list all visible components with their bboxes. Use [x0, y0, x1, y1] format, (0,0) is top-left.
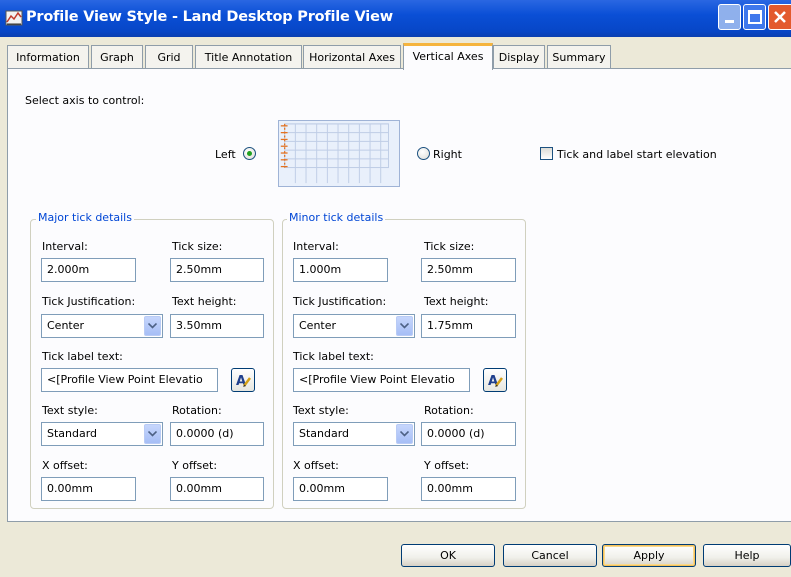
major-label-text-label: Tick label text: [42, 350, 123, 363]
tab-graph[interactable]: Graph [91, 45, 143, 68]
help-button[interactable]: Help [703, 544, 791, 567]
minor-tick-size-label: Tick size: [424, 240, 475, 253]
minor-text-height-label: Text height: [424, 295, 489, 308]
major-interval-field[interactable]: 2.000m [41, 258, 136, 282]
minor-interval-label: Interval: [293, 240, 339, 253]
close-icon [774, 11, 786, 23]
minor-justification-dropdown[interactable]: Center [293, 314, 415, 338]
major-y-offset-field[interactable]: 0.00mm [170, 477, 264, 501]
minor-justification-value: Center [299, 319, 337, 332]
ok-button[interactable]: OK [401, 544, 495, 567]
major-y-offset-label: Y offset: [172, 459, 218, 472]
title-bar[interactable]: Profile View Style - Land Desktop Profil… [0, 0, 791, 37]
maximize-icon [748, 10, 762, 24]
tab-grid[interactable]: Grid [145, 45, 193, 68]
minor-tick-size-field[interactable]: 2.50mm [421, 258, 516, 282]
major-justification-dropdown[interactable]: Center [41, 314, 163, 338]
tick-start-elevation-checkbox[interactable] [540, 147, 553, 160]
minor-x-offset-label: X offset: [293, 459, 339, 472]
left-axis-radio[interactable] [243, 147, 256, 160]
major-label-text-edit-button[interactable]: A [231, 368, 255, 392]
major-tick-title: Major tick details [36, 211, 134, 224]
minor-text-height-field[interactable]: 1.75mm [421, 314, 516, 338]
right-axis-radio[interactable] [417, 147, 430, 160]
minor-x-offset-field[interactable]: 0.00mm [293, 477, 388, 501]
tab-information[interactable]: Information [7, 45, 89, 68]
maximize-button[interactable] [743, 4, 766, 30]
minor-label-text-field[interactable]: <[Profile View Point Elevatio [293, 368, 470, 392]
minimize-icon [725, 20, 734, 23]
major-rotation-field[interactable]: 0.0000 (d) [170, 422, 264, 446]
axis-select-prompt: Select axis to control: [25, 94, 145, 107]
tab-horizontal-axes[interactable]: Horizontal Axes [303, 45, 401, 68]
left-axis-label: Left [215, 148, 236, 161]
major-text-style-value: Standard [47, 427, 98, 440]
tab-vertical-axes[interactable]: Vertical Axes [403, 43, 493, 70]
tab-summary[interactable]: Summary [547, 45, 611, 68]
chevron-down-icon[interactable] [144, 424, 161, 444]
right-axis-label: Right [433, 148, 462, 161]
profile-view-style-icon [5, 10, 23, 26]
minor-text-style-value: Standard [299, 427, 350, 440]
major-x-offset-field[interactable]: 0.00mm [41, 477, 136, 501]
chevron-down-icon[interactable] [396, 316, 413, 336]
major-justification-label: Tick Justification: [42, 295, 136, 308]
minor-text-style-label: Text style: [293, 404, 349, 417]
minor-interval-field[interactable]: 1.000m [293, 258, 388, 282]
major-label-text-field[interactable]: <[Profile View Point Elevatio [41, 368, 218, 392]
window-title: Profile View Style - Land Desktop Profil… [26, 9, 393, 25]
major-tick-size-field[interactable]: 2.50mm [170, 258, 264, 282]
minor-rotation-label: Rotation: [424, 404, 474, 417]
minor-justification-label: Tick Justification: [293, 295, 387, 308]
close-button[interactable] [768, 4, 791, 30]
major-text-height-field[interactable]: 3.50mm [170, 314, 264, 338]
axis-preview-grid [278, 120, 400, 187]
minor-y-offset-field[interactable]: 0.00mm [421, 477, 516, 501]
major-tick-size-label: Tick size: [172, 240, 223, 253]
tab-display[interactable]: Display [493, 45, 545, 68]
chevron-down-icon[interactable] [396, 424, 413, 444]
text-component-editor-icon: A [488, 374, 503, 388]
text-component-editor-icon: A [236, 374, 251, 388]
tab-title-annotation[interactable]: Title Annotation [195, 45, 302, 68]
major-interval-label: Interval: [42, 240, 88, 253]
radio-selected-dot [247, 151, 252, 156]
minor-rotation-field[interactable]: 0.0000 (d) [421, 422, 516, 446]
minor-text-style-dropdown[interactable]: Standard [293, 422, 415, 446]
minimize-button[interactable] [718, 4, 741, 30]
chevron-down-icon[interactable] [144, 316, 161, 336]
major-x-offset-label: X offset: [42, 459, 88, 472]
major-text-style-dropdown[interactable]: Standard [41, 422, 163, 446]
major-text-style-label: Text style: [42, 404, 98, 417]
minor-label-text-edit-button[interactable]: A [483, 368, 507, 392]
minor-tick-title: Minor tick details [287, 211, 386, 224]
minor-label-text-label: Tick label text: [293, 350, 374, 363]
major-justification-value: Center [47, 319, 85, 332]
apply-button[interactable]: Apply [602, 544, 696, 567]
minor-y-offset-label: Y offset: [424, 459, 470, 472]
tick-start-elevation-label: Tick and label start elevation [557, 148, 717, 161]
major-rotation-label: Rotation: [172, 404, 222, 417]
cancel-button[interactable]: Cancel [503, 544, 597, 567]
major-text-height-label: Text height: [172, 295, 237, 308]
